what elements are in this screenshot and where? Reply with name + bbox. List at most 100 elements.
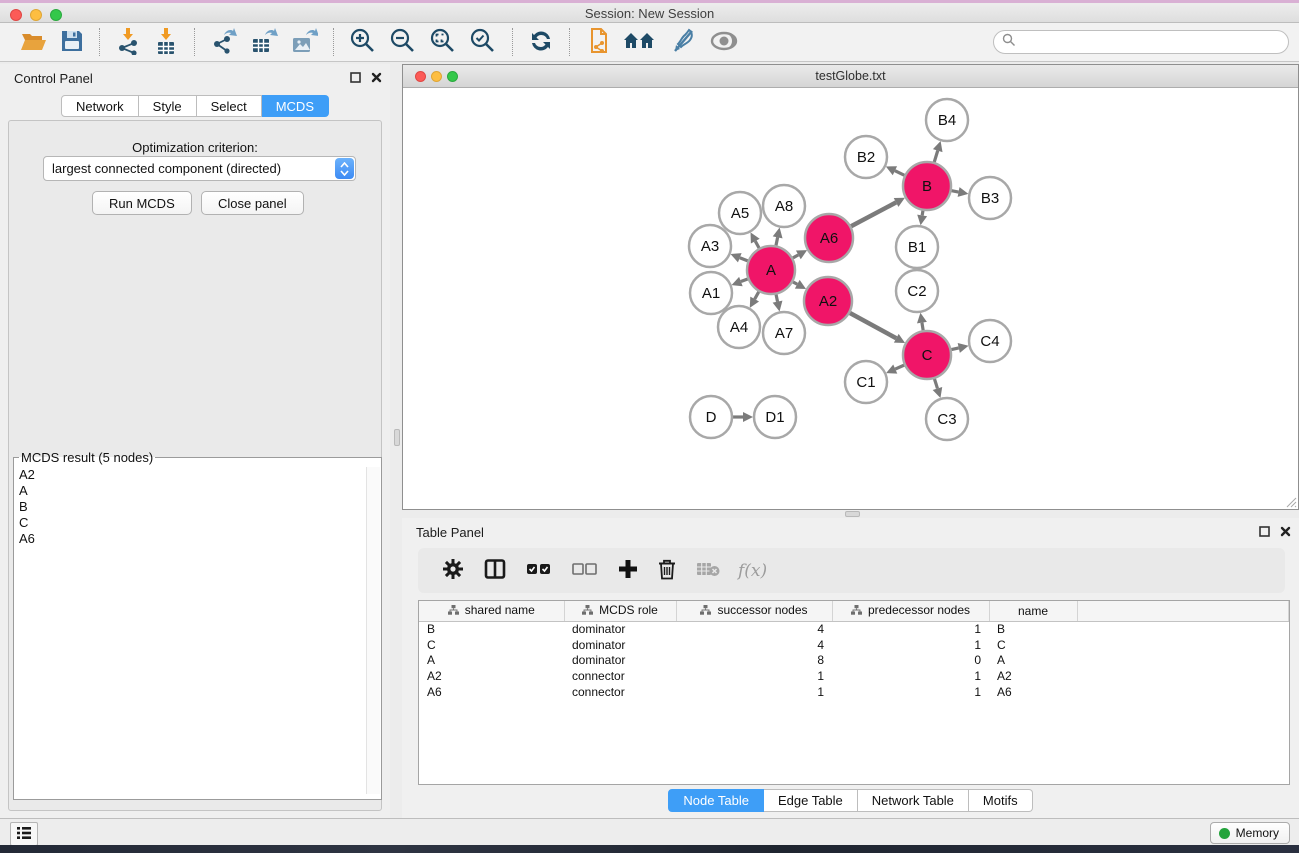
eye-button[interactable] <box>709 25 739 59</box>
table-cell[interactable] <box>1077 652 1289 668</box>
add-column-button[interactable] <box>618 559 638 582</box>
split-view-button[interactable] <box>484 559 506 582</box>
column-header-shared-name[interactable]: shared name <box>419 601 564 621</box>
result-list-item[interactable]: C <box>15 515 366 531</box>
table-cell[interactable]: A2 <box>989 668 1077 684</box>
graph-edge[interactable] <box>851 202 896 226</box>
graph-edge[interactable] <box>776 294 777 301</box>
export-image-button[interactable] <box>290 25 318 59</box>
graph-edge[interactable] <box>776 237 778 245</box>
table-cell[interactable]: connector <box>564 684 676 700</box>
show-columns-button[interactable] <box>526 563 552 578</box>
refresh-button[interactable] <box>528 25 554 59</box>
table-cell[interactable]: 8 <box>676 652 832 668</box>
zoom-in-button[interactable] <box>349 25 377 59</box>
table-row[interactable]: Cdominator41C <box>419 637 1289 653</box>
tab-network-table[interactable]: Network Table <box>858 789 969 812</box>
result-scrollbar[interactable] <box>366 467 380 794</box>
clone-network-button[interactable] <box>585 25 611 59</box>
table-cell[interactable]: A2 <box>419 668 564 684</box>
table-cell[interactable] <box>1077 621 1289 637</box>
run-mcds-button[interactable]: Run MCDS <box>92 191 192 215</box>
result-list-item[interactable]: A <box>15 483 366 499</box>
table-row[interactable]: Adominator80A <box>419 652 1289 668</box>
table-cell[interactable] <box>1077 668 1289 684</box>
graph-edge[interactable] <box>895 171 905 176</box>
column-header-predecessor-nodes[interactable]: predecessor nodes <box>832 601 989 621</box>
search-input[interactable] <box>1016 33 1288 51</box>
criterion-select[interactable]: largest connected component (directed) <box>43 156 356 181</box>
column-header-mcds-role[interactable]: MCDS role <box>564 601 676 621</box>
close-panel-button[interactable] <box>370 71 382 83</box>
vertical-splitter-handle[interactable] <box>394 429 400 446</box>
float-panel-button[interactable] <box>349 71 361 83</box>
table-cell[interactable]: 1 <box>832 637 989 653</box>
graph-edge[interactable] <box>755 241 759 248</box>
tab-network[interactable]: Network <box>61 95 139 117</box>
graph-edge[interactable] <box>755 292 759 299</box>
delete-table-button[interactable] <box>696 561 720 580</box>
table-cell[interactable]: 1 <box>676 684 832 700</box>
table-cell[interactable]: A <box>419 652 564 668</box>
zoom-selected-button[interactable] <box>469 25 497 59</box>
network-window-titlebar[interactable]: testGlobe.txt <box>403 65 1298 88</box>
close-panel-button-mcds[interactable]: Close panel <box>201 191 304 215</box>
network-graph[interactable]: B4B2BB3A8A5A6A3B1AA1C2A2A4A7C4CC1DD1C3 <box>403 88 1298 509</box>
graph-edge[interactable] <box>951 348 958 350</box>
table-cell[interactable] <box>1077 637 1289 653</box>
graph-edge[interactable] <box>793 282 797 284</box>
table-cell[interactable]: 1 <box>832 621 989 637</box>
graph-edge[interactable] <box>850 313 896 338</box>
table-row[interactable]: Bdominator41B <box>419 621 1289 637</box>
table-cell[interactable]: dominator <box>564 652 676 668</box>
tab-style[interactable]: Style <box>139 95 197 117</box>
delete-column-button[interactable] <box>658 559 676 583</box>
result-list-item[interactable]: A6 <box>15 531 366 547</box>
table-cell[interactable]: A <box>989 652 1077 668</box>
table-cell[interactable]: B <box>419 621 564 637</box>
graph-edge[interactable] <box>934 379 937 389</box>
float-table-panel-button[interactable] <box>1258 525 1270 537</box>
column-header-successor-nodes[interactable]: successor nodes <box>676 601 832 621</box>
import-table-button[interactable] <box>153 25 179 59</box>
table-cell[interactable]: C <box>419 637 564 653</box>
fx-function-button[interactable]: f(x) <box>738 561 767 581</box>
close-table-panel-button[interactable] <box>1279 525 1291 537</box>
table-cell[interactable]: dominator <box>564 621 676 637</box>
graph-edge[interactable] <box>793 255 798 258</box>
zoom-out-button[interactable] <box>389 25 417 59</box>
export-network-button[interactable] <box>210 25 238 59</box>
table-cell[interactable]: A6 <box>989 684 1077 700</box>
tab-node-table[interactable]: Node Table <box>668 789 764 812</box>
graph-edge[interactable] <box>922 323 923 331</box>
import-network-button[interactable] <box>115 25 141 59</box>
table-cell[interactable]: 1 <box>832 668 989 684</box>
zoom-fit-button[interactable] <box>429 25 457 59</box>
table-cell[interactable]: 1 <box>832 684 989 700</box>
resize-grip-icon[interactable] <box>1283 494 1297 508</box>
task-history-button[interactable] <box>10 822 38 846</box>
graph-edge[interactable] <box>895 365 904 369</box>
tab-edge-table[interactable]: Edge Table <box>764 789 858 812</box>
table-row[interactable]: A6connector11A6 <box>419 684 1289 700</box>
home-button[interactable] <box>623 25 657 59</box>
table-row[interactable]: A2connector11A2 <box>419 668 1289 684</box>
hide-columns-button[interactable] <box>572 563 598 578</box>
table-cell[interactable]: 1 <box>676 668 832 684</box>
tab-mcds[interactable]: MCDS <box>262 95 329 117</box>
horizontal-splitter-handle[interactable] <box>845 511 860 517</box>
table-cell[interactable]: A6 <box>419 684 564 700</box>
table-cell[interactable]: dominator <box>564 637 676 653</box>
tab-select[interactable]: Select <box>197 95 262 117</box>
tab-motifs[interactable]: Motifs <box>969 789 1033 812</box>
graph-edge[interactable] <box>741 279 748 282</box>
table-cell[interactable]: connector <box>564 668 676 684</box>
result-list-item[interactable]: A2 <box>15 467 366 483</box>
memory-button[interactable]: Memory <box>1210 822 1290 844</box>
table-cell[interactable] <box>1077 684 1289 700</box>
graph-edge[interactable] <box>934 151 937 162</box>
table-cell[interactable]: 4 <box>676 621 832 637</box>
mcds-result-list[interactable]: A2ABCA6 <box>15 467 366 794</box>
table-cell[interactable]: B <box>989 621 1077 637</box>
table-settings-button[interactable] <box>442 558 464 583</box>
